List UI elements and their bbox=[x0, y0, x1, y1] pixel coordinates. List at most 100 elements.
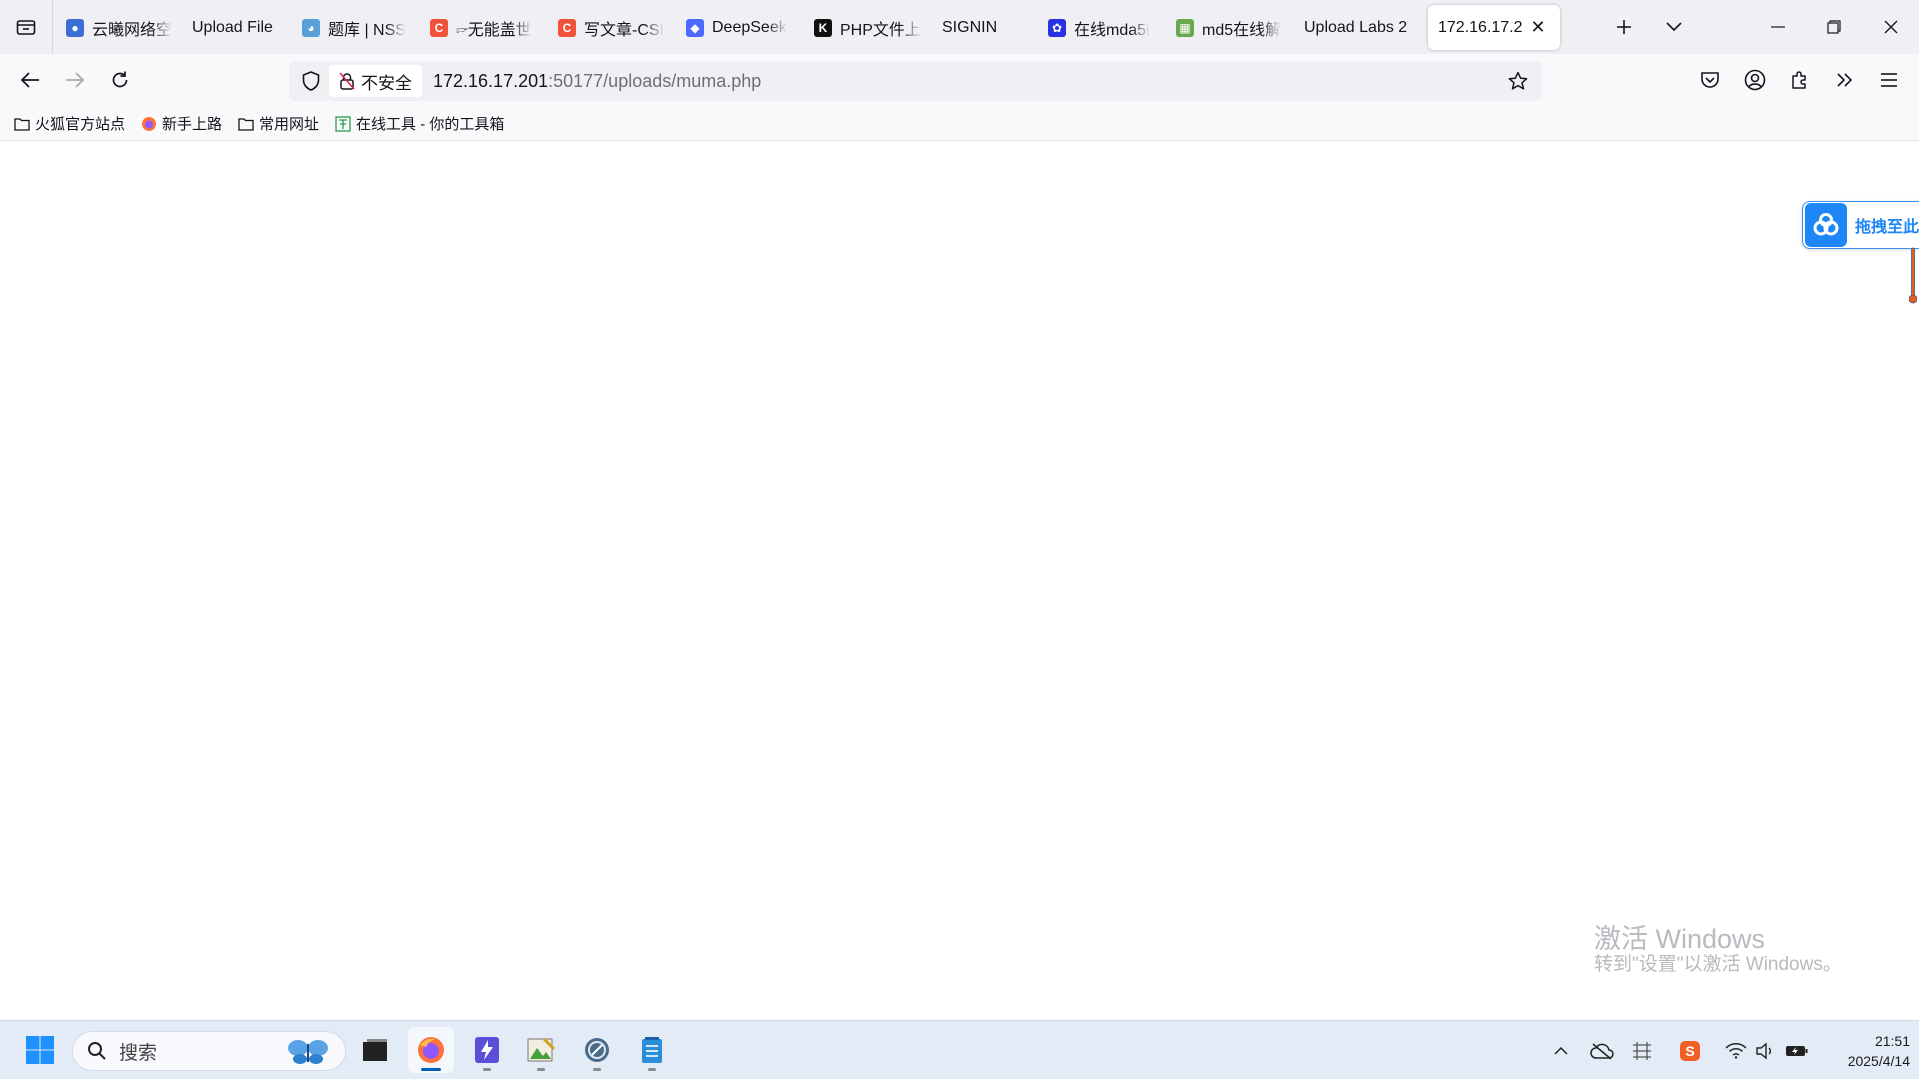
star-icon bbox=[1508, 71, 1528, 90]
tray-network[interactable] bbox=[1722, 1021, 1750, 1079]
battery-charging-icon bbox=[1786, 1045, 1808, 1056]
tab-list: ● 云曦网络空 Upload File ◕ 题库 | NSS C 🖙无能盖世 C 写文章-CSI… bbox=[56, 5, 1560, 50]
active-indicator bbox=[421, 1068, 441, 1071]
tray-app-icon[interactable] bbox=[1628, 1021, 1656, 1079]
app-menu-button[interactable] bbox=[1871, 62, 1907, 98]
k-icon: K bbox=[814, 18, 832, 37]
bookmark-star-button[interactable] bbox=[1502, 65, 1534, 97]
deepseek-icon: ◆ bbox=[686, 18, 704, 37]
taskbar-file-manager[interactable] bbox=[352, 1027, 398, 1073]
plus-icon bbox=[1617, 20, 1631, 34]
arrow-right-icon bbox=[66, 72, 85, 88]
close-icon bbox=[1884, 20, 1897, 34]
tab-2[interactable]: ◕ 题库 | NSS bbox=[292, 5, 420, 50]
folder-icon bbox=[14, 117, 30, 131]
site-security-indicator[interactable]: 不安全 bbox=[329, 65, 422, 97]
forward-button[interactable] bbox=[57, 62, 93, 98]
back-button[interactable] bbox=[12, 62, 48, 98]
tab-8[interactable]: ✿ 在线mda5i bbox=[1038, 5, 1166, 50]
tab-5[interactable]: ◆ DeepSeek bbox=[676, 5, 804, 50]
tab-title: Upload Labs 2 bbox=[1304, 18, 1408, 36]
tab-6[interactable]: K PHP文件上 bbox=[804, 5, 932, 50]
csdn-icon: C bbox=[430, 18, 448, 37]
tray-onedrive[interactable] bbox=[1588, 1021, 1616, 1079]
running-indicator bbox=[537, 1068, 545, 1071]
hamburger-menu-icon bbox=[1881, 73, 1897, 87]
bookmark-item[interactable]: 在线工具 - 你的工具箱 bbox=[335, 113, 504, 134]
running-indicator bbox=[593, 1068, 601, 1071]
navigation-toolbar: 不安全 172.16.17.201:50177/uploads/muma.php bbox=[0, 54, 1919, 107]
bookmark-item[interactable]: 常用网址 bbox=[238, 113, 319, 134]
tab-title: 172.16.17.2 bbox=[1438, 18, 1523, 36]
close-tab-icon[interactable]: ✕ bbox=[1531, 17, 1546, 38]
tab-9[interactable]: ▦ md5在线解 bbox=[1166, 5, 1294, 50]
baidu-icon: ✿ bbox=[1048, 18, 1066, 37]
restore-button[interactable] bbox=[1806, 0, 1862, 54]
bookmark-item[interactable]: 火狐官方站点 bbox=[14, 113, 125, 134]
minimize-button[interactable] bbox=[1750, 0, 1806, 54]
url-text[interactable]: 172.16.17.201:50177/uploads/muma.php bbox=[433, 61, 761, 101]
taskbar-app-3[interactable] bbox=[464, 1027, 510, 1073]
taskbar-firefox[interactable] bbox=[408, 1027, 454, 1073]
start-button[interactable] bbox=[17, 1027, 63, 1073]
security-label: 不安全 bbox=[361, 73, 412, 93]
taskbar-clock[interactable]: 21:51 2025/4/14 bbox=[1822, 1031, 1910, 1071]
restore-icon bbox=[1827, 20, 1841, 34]
cloud-offline-icon bbox=[1590, 1042, 1614, 1060]
close-window-button[interactable] bbox=[1862, 0, 1919, 54]
taskbar-search-box[interactable]: 搜索 bbox=[72, 1031, 346, 1071]
tab-0[interactable]: ● 云曦网络空 bbox=[56, 5, 182, 50]
tab-title: md5在线解 bbox=[1202, 21, 1282, 39]
taskbar-notepad[interactable] bbox=[629, 1027, 675, 1073]
search-placeholder: 搜索 bbox=[119, 1042, 158, 1064]
taskbar-app-5[interactable] bbox=[574, 1027, 620, 1073]
bookmarks-toolbar: 火狐官方站点 新手上路 常用网址 在线工具 - 你的工具箱 bbox=[0, 107, 1919, 141]
puzzle-icon bbox=[1792, 71, 1806, 89]
tracking-protection-button[interactable] bbox=[295, 65, 327, 97]
url-bar[interactable]: 不安全 172.16.17.201:50177/uploads/muma.php bbox=[289, 61, 1542, 101]
tab-list-button[interactable] bbox=[0, 0, 53, 54]
md5-icon: ▦ bbox=[1176, 18, 1194, 37]
extensions-button[interactable] bbox=[1782, 62, 1818, 98]
chevron-up-icon bbox=[1554, 1046, 1568, 1055]
tool-icon bbox=[335, 115, 351, 132]
search-highlight-butterfly-icon bbox=[288, 1040, 328, 1064]
search-icon bbox=[88, 1042, 106, 1060]
tab-11[interactable]: 172.16.17.2 ✕ bbox=[1428, 5, 1560, 50]
firefox-icon bbox=[418, 1037, 444, 1063]
tab-10[interactable]: Upload Labs 2 bbox=[1294, 5, 1428, 50]
new-tab-button[interactable] bbox=[1604, 0, 1644, 54]
reload-button[interactable] bbox=[102, 62, 138, 98]
tab-title: 写文章-CSI bbox=[584, 21, 665, 39]
terminal-window-icon bbox=[363, 1039, 387, 1061]
url-host: 172.16.17.201 bbox=[433, 71, 549, 91]
shield-icon bbox=[302, 71, 320, 91]
show-hidden-icons-button[interactable] bbox=[1548, 1021, 1574, 1079]
list-all-tabs-button[interactable] bbox=[1654, 0, 1694, 54]
taskbar-app-4[interactable] bbox=[518, 1027, 564, 1073]
image-editor-icon bbox=[527, 1037, 556, 1062]
running-indicator bbox=[483, 1068, 491, 1071]
overflow-button[interactable] bbox=[1827, 62, 1863, 98]
tab-1[interactable]: Upload File bbox=[182, 5, 292, 50]
tab-title: 题库 | NSS bbox=[328, 21, 406, 39]
clock-date: 2025/4/14 bbox=[1847, 1053, 1910, 1069]
bookmark-label: 新手上路 bbox=[162, 116, 223, 133]
thermometer-icon bbox=[1909, 247, 1917, 304]
tray-battery[interactable] bbox=[1782, 1021, 1812, 1079]
tab-title: SIGNIN bbox=[942, 18, 998, 36]
account-button[interactable] bbox=[1737, 62, 1773, 98]
pocket-button[interactable] bbox=[1692, 62, 1728, 98]
svg-text:S: S bbox=[1685, 1043, 1694, 1059]
tab-7[interactable]: SIGNIN bbox=[932, 5, 1038, 50]
tray-sogou-ime[interactable]: S bbox=[1676, 1021, 1704, 1079]
double-chevron-right-icon bbox=[1837, 73, 1853, 87]
tab-title: 🖙无能盖世 bbox=[456, 21, 532, 39]
page-content: 拖拽至此 激活 Windows 转到"设置"以激活 Windows。 bbox=[0, 142, 1919, 1020]
csdn-icon: C bbox=[558, 18, 576, 37]
tab-3[interactable]: C 🖙无能盖世 bbox=[420, 5, 548, 50]
tray-volume[interactable] bbox=[1752, 1021, 1778, 1079]
bookmark-item[interactable]: 新手上路 bbox=[141, 113, 222, 134]
cloud-drag-widget[interactable]: 拖拽至此 bbox=[1802, 201, 1919, 249]
tab-4[interactable]: C 写文章-CSI bbox=[548, 5, 676, 50]
